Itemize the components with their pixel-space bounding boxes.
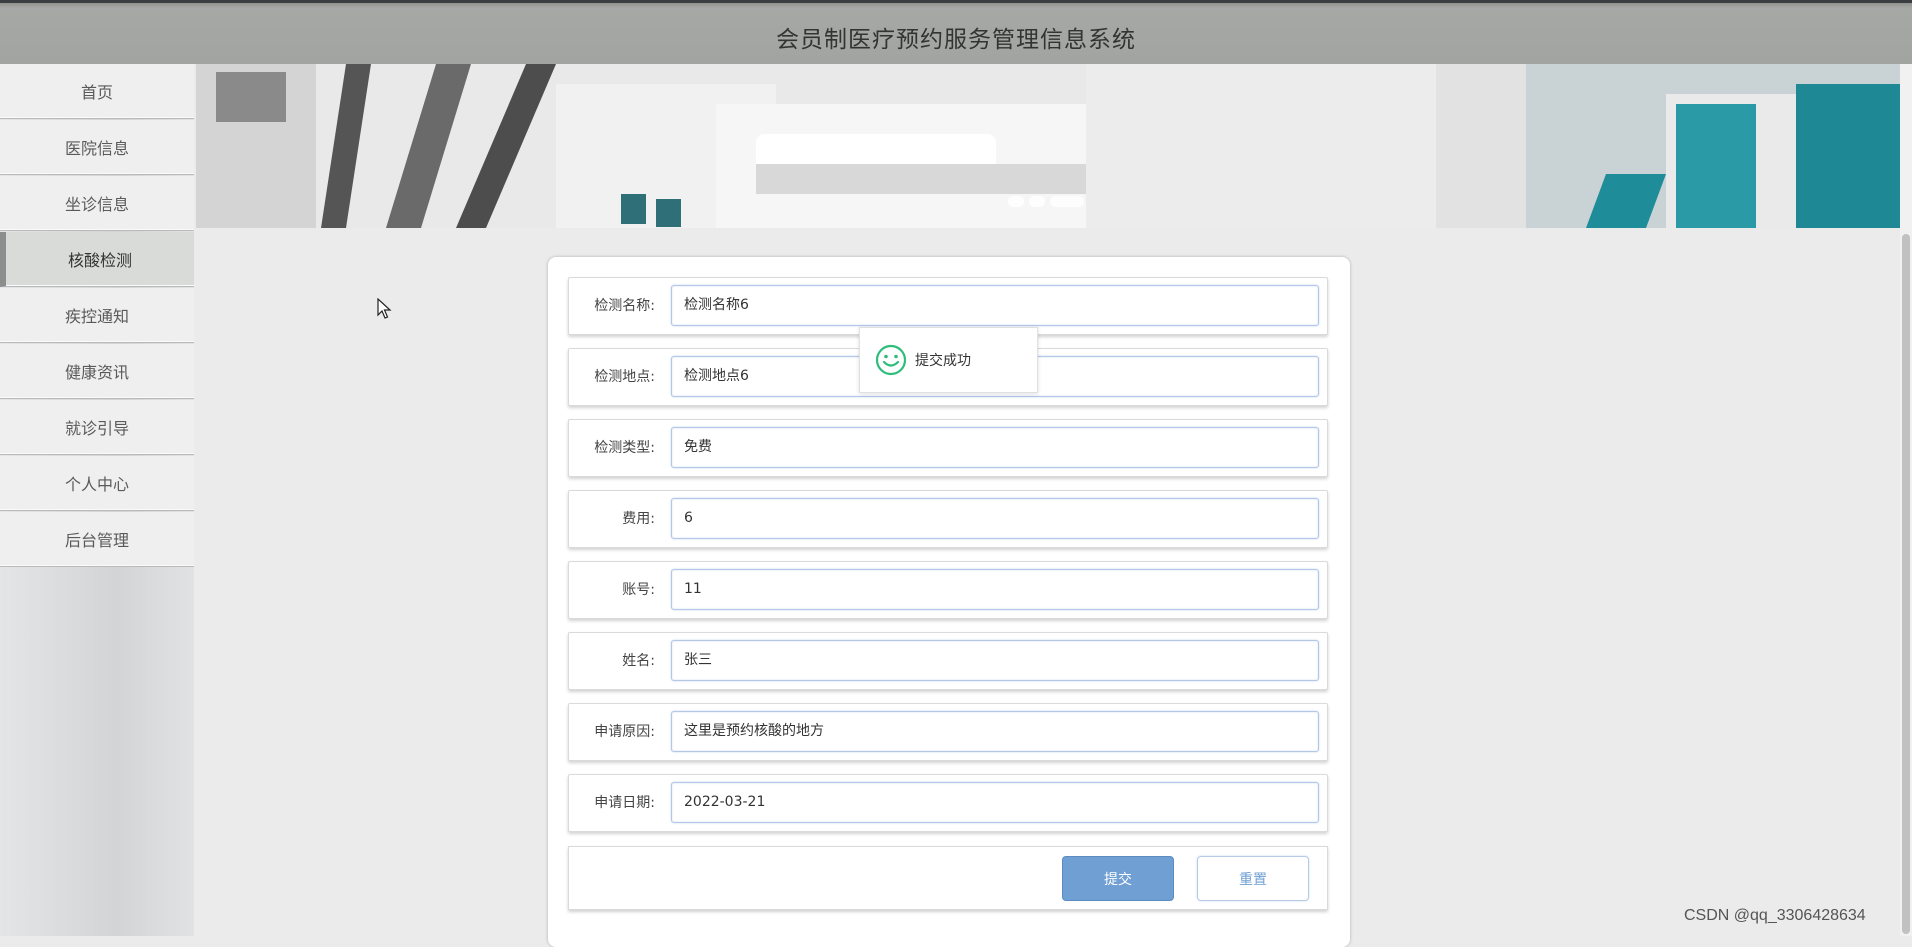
form-row-name: 姓名: 张三 [568, 632, 1328, 690]
form-row-account: 账号: 11 [568, 561, 1328, 619]
fee-input[interactable]: 6 [671, 498, 1319, 539]
test-name-input[interactable]: 检测名称6 [671, 285, 1319, 326]
form-row-date: 申请日期: 2022-03-21 [568, 774, 1328, 832]
date-input[interactable]: 2022-03-21 [671, 782, 1319, 823]
sidebar-item-visit-guide[interactable]: 就诊引导 [0, 400, 194, 455]
page-title: 会员制医疗预约服务管理信息系统 [776, 27, 1136, 53]
carousel-dots [1008, 196, 1084, 207]
page-scrollbar[interactable] [1900, 64, 1912, 936]
sidebar-item-health-news[interactable]: 健康资讯 [0, 344, 194, 399]
submit-button[interactable]: 提交 [1062, 856, 1174, 901]
sidebar-nav: 首页 医院信息 坐诊信息 核酸检测 疾控通知 健康资讯 就诊引导 个人中心 后台… [0, 64, 194, 936]
sidebar-item-hospital-info[interactable]: 医院信息 [0, 120, 194, 175]
field-label: 申请原因: [594, 724, 655, 740]
sidebar-item-home[interactable]: 首页 [0, 64, 194, 119]
sidebar-item-nucleic-test[interactable]: 核酸检测 [0, 232, 194, 287]
smile-icon [875, 344, 907, 376]
field-label: 检测名称: [594, 298, 655, 314]
carousel-dot-3[interactable] [1050, 196, 1084, 207]
field-label: 费用: [622, 511, 655, 527]
form-row-test-type: 检测类型: 免费 [568, 419, 1328, 477]
sidebar-item-disease-notice[interactable]: 疾控通知 [0, 288, 194, 343]
success-toast: 提交成功 [859, 327, 1038, 393]
field-label: 申请日期: [594, 795, 655, 811]
banner-carousel[interactable] [196, 64, 1900, 228]
field-label: 检测类型: [594, 440, 655, 456]
toast-message: 提交成功 [915, 353, 971, 369]
sidebar-item-clinic-info[interactable]: 坐诊信息 [0, 176, 194, 231]
form-actions: 提交 重置 [568, 846, 1328, 910]
reset-button[interactable]: 重置 [1197, 856, 1309, 901]
mouse-cursor-icon [377, 298, 392, 319]
carousel-dot-2[interactable] [1029, 196, 1045, 207]
watermark-text: CSDN @qq_3306428634 [1684, 907, 1866, 924]
field-label: 账号: [622, 582, 655, 598]
scrollbar-thumb[interactable] [1902, 234, 1910, 934]
reason-input[interactable]: 这里是预约核酸的地方 [671, 711, 1319, 752]
top-header: 会员制医疗预约服务管理信息系统 [0, 0, 1912, 64]
form-row-fee: 费用: 6 [568, 490, 1328, 548]
test-type-input[interactable]: 免费 [671, 427, 1319, 468]
sidebar-item-personal-center[interactable]: 个人中心 [0, 456, 194, 511]
sidebar-item-admin[interactable]: 后台管理 [0, 512, 194, 567]
carousel-dot-1[interactable] [1008, 196, 1024, 207]
field-label: 检测地点: [594, 369, 655, 385]
name-input[interactable]: 张三 [671, 640, 1319, 681]
form-row-reason: 申请原因: 这里是预约核酸的地方 [568, 703, 1328, 761]
account-input[interactable]: 11 [671, 569, 1319, 610]
field-label: 姓名: [622, 653, 655, 669]
